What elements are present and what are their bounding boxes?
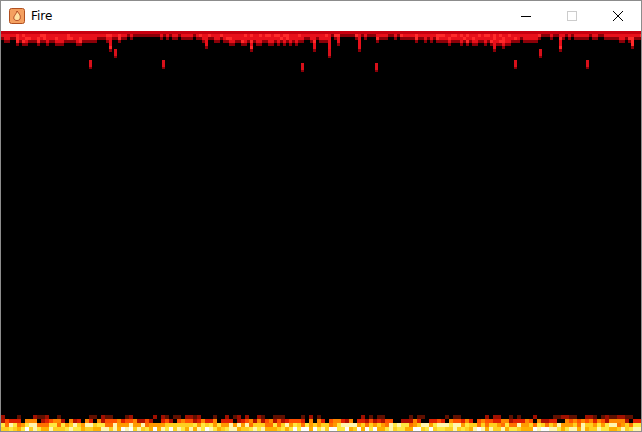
minimize-button[interactable] — [503, 1, 549, 31]
app-window: Fire — [0, 0, 642, 432]
fire-scene — [1, 31, 641, 431]
maximize-icon — [567, 11, 577, 21]
game-canvas[interactable] — [1, 31, 641, 431]
close-button[interactable] — [595, 1, 641, 31]
fire-app-icon — [9, 8, 25, 24]
close-icon — [613, 11, 623, 21]
window-title: Fire — [31, 9, 52, 23]
minimize-icon — [521, 11, 531, 21]
maximize-button — [549, 1, 595, 31]
title-bar[interactable]: Fire — [1, 1, 641, 31]
